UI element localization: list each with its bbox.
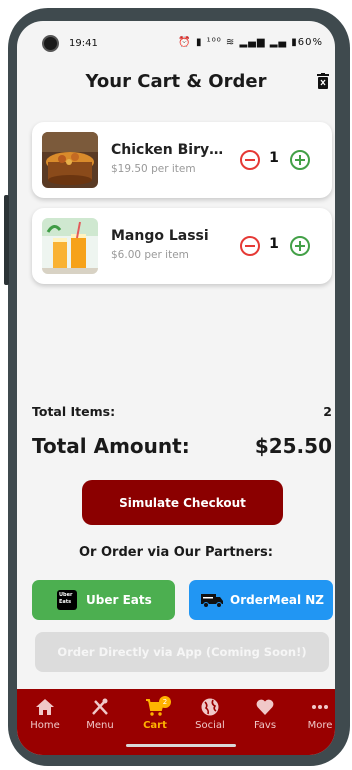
page-title: Your Cart & Order xyxy=(85,71,267,92)
phone-side-button xyxy=(4,195,9,285)
status-time: 19:41 xyxy=(69,38,98,49)
nav-item-cart[interactable]: 2 Cart xyxy=(130,696,180,731)
more-icon xyxy=(312,705,328,709)
utensils-icon xyxy=(92,698,108,715)
trash-icon[interactable] xyxy=(317,73,329,89)
heart-icon xyxy=(256,699,274,715)
ordermeal-nz-button[interactable]: OrderMeal NZ xyxy=(189,580,333,620)
uber-eats-button[interactable]: Uber Eats Uber Eats xyxy=(32,580,175,620)
quantity-value: 1 xyxy=(269,150,279,166)
nav-item-favs[interactable]: Favs xyxy=(240,697,290,731)
nav-label: Social xyxy=(195,720,225,731)
cart-count-badge: 2 xyxy=(159,696,171,708)
item-price: $6.00 per item xyxy=(111,249,189,261)
ordermeal-nz-label: OrderMeal NZ xyxy=(230,593,324,607)
status-indicators: ⏰ ▮ ¹⁰⁰ ≋ ▂▄▆ ▂▄ ▮60% xyxy=(178,37,323,48)
nav-label: Menu xyxy=(86,720,114,731)
nav-item-more[interactable]: More xyxy=(295,697,335,731)
item-name: Chicken Biryani xyxy=(111,142,229,158)
nav-label: Favs xyxy=(253,720,277,731)
nav-label: Home xyxy=(30,720,60,731)
status-bar: 19:41 ⏰ ▮ ¹⁰⁰ ≋ ▂▄▆ ▂▄ ▮60% xyxy=(17,21,335,65)
order-directly-button: Order Directly via App (Coming Soon!) xyxy=(35,632,329,672)
item-price: $19.50 per item xyxy=(111,163,196,175)
item-image-biryani xyxy=(42,132,98,188)
nav-label: Cart xyxy=(143,720,167,731)
nav-item-menu[interactable]: Menu xyxy=(75,697,125,731)
item-image-mango-lassi xyxy=(42,218,98,274)
nav-item-home[interactable]: Home xyxy=(20,697,70,731)
app-screen: 19:41 ⏰ ▮ ¹⁰⁰ ≋ ▂▄▆ ▂▄ ▮60% Your Cart & … xyxy=(17,21,335,755)
increase-quantity-button[interactable] xyxy=(289,235,311,257)
nav-label: More xyxy=(307,720,333,731)
globe-icon xyxy=(201,698,219,716)
uber-eats-logo: Uber Eats xyxy=(57,590,77,610)
cart-item: Chicken Biryani $19.50 per item 1 xyxy=(32,122,332,198)
decrease-quantity-button[interactable] xyxy=(239,235,261,257)
uber-eats-label: Uber Eats xyxy=(86,593,152,607)
nav-item-social[interactable]: Social xyxy=(185,697,235,731)
total-amount-label: Total Amount: xyxy=(32,434,190,458)
simulate-checkout-button[interactable]: Simulate Checkout xyxy=(82,480,283,525)
camera-hole xyxy=(42,35,59,52)
partners-heading: Or Order via Our Partners: xyxy=(79,545,273,560)
cart-item: Mango Lassi $6.00 per item 1 xyxy=(32,208,332,284)
home-icon xyxy=(36,699,54,715)
home-indicator[interactable] xyxy=(126,744,236,747)
decrease-quantity-button[interactable] xyxy=(239,149,261,171)
total-items-label: Total Items: xyxy=(32,404,116,419)
total-items-value: 2 xyxy=(323,404,332,419)
delivery-van-icon xyxy=(201,594,223,608)
item-name: Mango Lassi xyxy=(111,228,209,244)
quantity-value: 1 xyxy=(269,236,279,252)
increase-quantity-button[interactable] xyxy=(289,149,311,171)
total-amount-value: $25.50 xyxy=(254,434,332,458)
